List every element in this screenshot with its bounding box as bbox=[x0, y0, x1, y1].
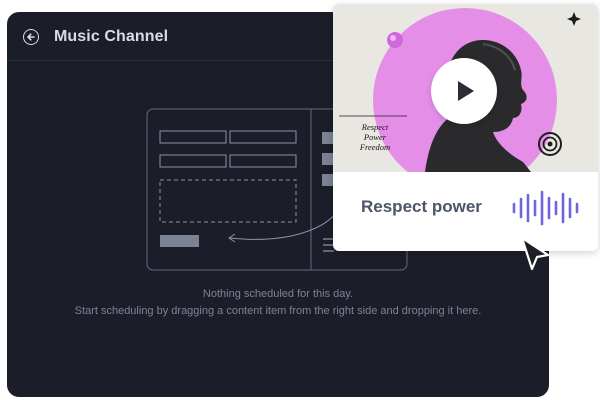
page-title: Music Channel bbox=[54, 28, 169, 45]
cover-text-line: Freedom bbox=[359, 142, 391, 152]
arrow-left-icon bbox=[27, 33, 35, 41]
audio-waveform-icon bbox=[512, 190, 579, 226]
back-button[interactable] bbox=[23, 29, 39, 45]
empty-state-message: Nothing scheduled for this day. bbox=[202, 288, 354, 300]
cover-text: Respect Power Freedom bbox=[343, 122, 407, 152]
track-title: Respect power bbox=[361, 197, 482, 216]
play-button[interactable] bbox=[431, 58, 497, 124]
empty-state-hint: Start scheduling by dragging a content i… bbox=[74, 305, 482, 317]
cover-text-line: Power bbox=[363, 132, 387, 142]
mouse-pointer-icon bbox=[520, 236, 550, 271]
play-icon bbox=[458, 81, 474, 101]
cover-text-line: Respect bbox=[361, 122, 389, 132]
media-card[interactable]: Respect Power Freedom Respect power bbox=[333, 4, 598, 251]
